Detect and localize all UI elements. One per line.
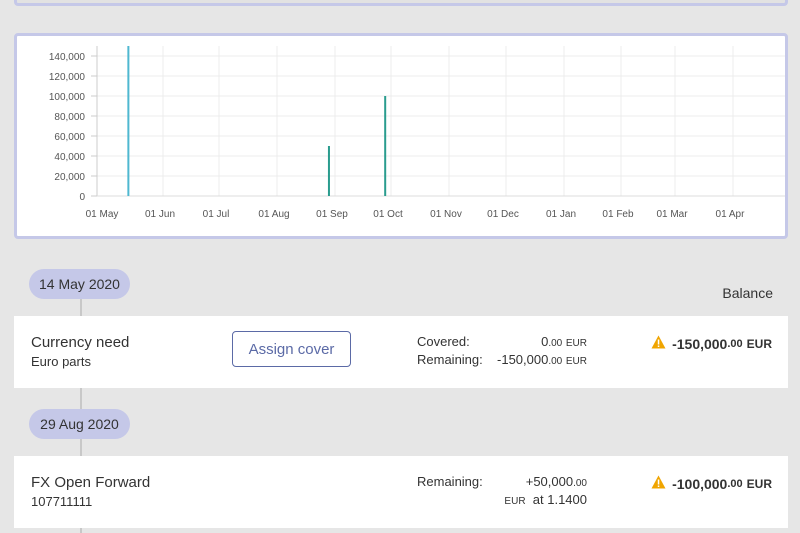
timeline-entry-fx-open-forward[interactable]: FX Open Forward 107711111 Remaining: +50… [14, 456, 788, 528]
previous-panel-edge [14, 0, 788, 6]
x-tick-label: 01 Feb [602, 209, 634, 220]
rate-value: EUR at 1.1400 [504, 492, 587, 507]
remaining-value: +50,000.00 [526, 474, 587, 489]
remaining-main: -150,000 [497, 352, 549, 367]
x-tick-label: 01 Mar [656, 209, 688, 220]
x-tick-label: 01 Sep [316, 209, 348, 220]
x-tick-label: 01 Aug [258, 209, 289, 220]
balance-value: -100,000.00 EUR [651, 475, 772, 492]
covered-cur: EUR [565, 338, 587, 349]
y-tick-label: 80,000 [54, 112, 85, 123]
y-tick-label: 120,000 [49, 72, 86, 83]
entry-subtitle: Euro parts [31, 354, 91, 369]
balance-dec: .00 [727, 337, 743, 350]
remaining-dec: .00 [548, 356, 563, 367]
balance-chart: 140,000 120,000 100,000 80,000 60,000 40,000 2… [14, 33, 788, 239]
y-tick-label: 40,000 [54, 152, 85, 163]
balance-value: -150,000.00 EUR [651, 335, 772, 352]
remaining-cur: EUR [565, 356, 587, 367]
remaining-dec: .00 [573, 478, 587, 489]
y-tick-label: 0 [79, 192, 85, 203]
remaining-value: -150,000.00 EUR [497, 352, 587, 367]
chart-canvas: 140,000 120,000 100,000 80,000 60,000 40,000 2… [49, 46, 785, 220]
balance-dec: .00 [727, 477, 743, 490]
y-tick-label: 60,000 [54, 132, 85, 143]
x-tick-label: 01 May [86, 209, 119, 220]
y-tick-label: 140,000 [49, 52, 86, 63]
x-tick-label: 01 Apr [716, 209, 746, 220]
date-pill: 29 Aug 2020 [29, 409, 130, 439]
warning-icon [651, 335, 666, 352]
chart-bar[interactable] [327, 146, 330, 196]
assign-cover-button[interactable]: Assign cover [232, 331, 351, 367]
date-pill: 14 May 2020 [29, 269, 130, 299]
balance-cur: EUR [746, 336, 772, 351]
entry-title: FX Open Forward [31, 474, 151, 491]
x-tick-label: 01 Oct [373, 209, 403, 220]
entry-subtitle: 107711111 [31, 494, 93, 509]
entry-title: Currency need [31, 334, 130, 351]
x-tick-label: 01 Jul [203, 209, 230, 220]
remaining-main: +50,000 [525, 474, 574, 489]
y-tick-label: 20,000 [54, 172, 85, 183]
remaining-label: Remaining: [417, 474, 483, 489]
x-tick-label: 01 Dec [487, 209, 519, 220]
warning-icon [651, 475, 666, 492]
remaining-label: Remaining: [417, 352, 483, 367]
rate-text: at 1.1400 [532, 492, 587, 507]
covered-value: 0.00 EUR [541, 334, 587, 349]
balance-cur: EUR [746, 476, 772, 491]
balance-main: -100,000 [672, 475, 728, 492]
timeline-entry-currency-need[interactable]: Currency need Euro parts Assign cover Co… [14, 316, 788, 388]
covered-dec: .00 [548, 338, 563, 349]
covered-label: Covered: [417, 334, 470, 349]
balance-header: Balance [722, 285, 773, 301]
balance-main: -150,000 [672, 335, 728, 352]
chart-bar[interactable] [384, 96, 387, 196]
y-tick-label: 100,000 [49, 92, 86, 103]
chart-bar[interactable] [127, 46, 130, 196]
x-tick-label: 01 Nov [430, 209, 462, 220]
rate-cur: EUR [504, 496, 526, 507]
x-tick-label: 01 Jun [145, 209, 175, 220]
x-tick-label: 01 Jan [546, 209, 576, 220]
